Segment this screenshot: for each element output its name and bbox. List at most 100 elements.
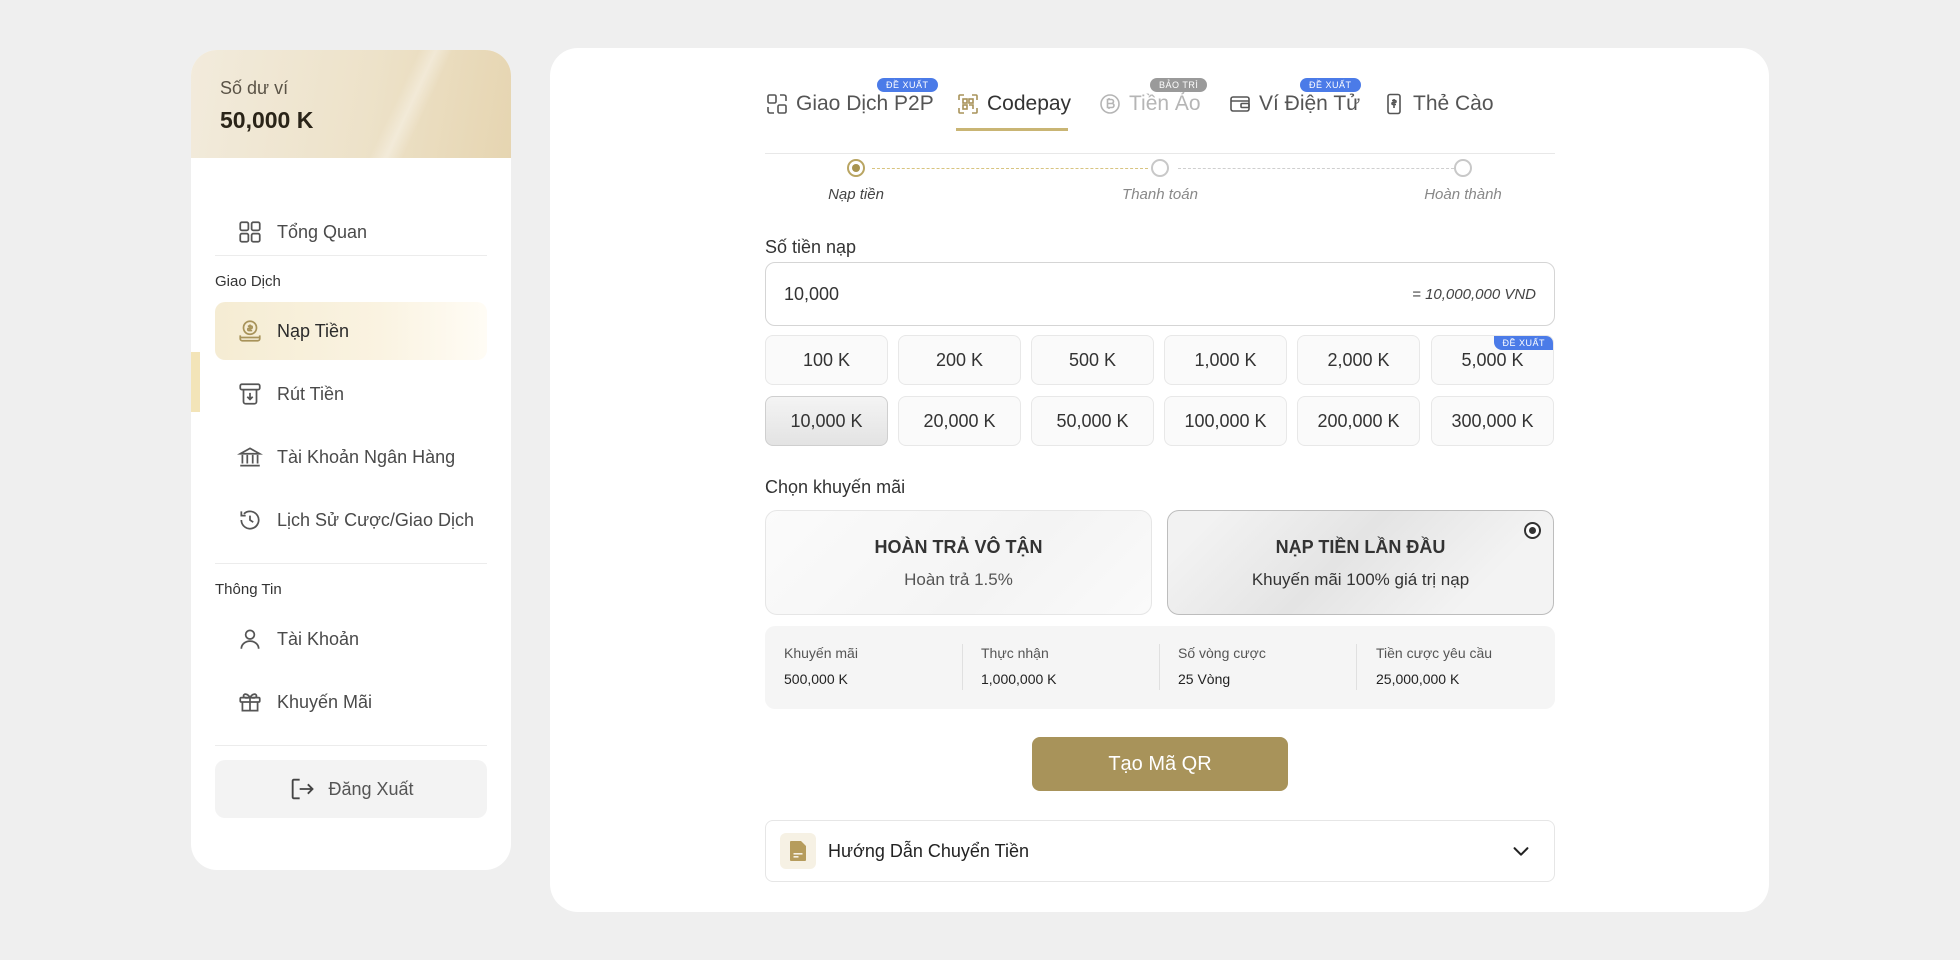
sidebar-item-label: Lịch Sử Cược/Giao Dịch	[277, 509, 474, 530]
divider	[215, 563, 487, 564]
recommended-badge: ĐỀ XUẤT	[877, 78, 938, 92]
chevron-down-icon[interactable]	[1510, 840, 1532, 862]
step-label-payment: Thanh toán	[1122, 186, 1198, 203]
tab-label: Ví Điện Tử	[1259, 92, 1361, 115]
summary-key: Số vòng cược	[1178, 645, 1266, 661]
deposit-money-icon	[239, 320, 261, 342]
summary-value: 500,000 K	[784, 671, 848, 687]
logout-icon	[292, 778, 315, 800]
active-tab-underline	[956, 128, 1068, 131]
amount-chip[interactable]: 100,000 K	[1164, 396, 1287, 446]
balance-value: 50,000 K	[220, 107, 314, 133]
sidebar-item-label: Nạp Tiền	[277, 320, 350, 341]
promo-summary: Khuyến mãi 500,000 K Thực nhận 1,000,000…	[765, 626, 1555, 709]
tab-label: Tiền Ảo	[1129, 92, 1201, 115]
promo-subtitle: Khuyến mãi 100% giá trị nạp	[1251, 570, 1470, 589]
sidebar-item-label: Tổng Quan	[277, 221, 368, 242]
amount-chip[interactable]: 50,000 K	[1031, 396, 1154, 446]
sidebar-item-promotions[interactable]: Khuyến Mãi	[215, 673, 487, 731]
amount-value: 10,000	[784, 283, 840, 304]
chip-label: 5,000 K	[1461, 349, 1524, 370]
maintenance-badge: BẢO TRÌ	[1150, 78, 1208, 92]
active-indicator	[191, 352, 200, 412]
tab-p2p[interactable]: Giao Dịch P2P ĐỀ XUẤT	[765, 78, 938, 116]
gift-icon	[239, 693, 261, 712]
promo-label: Chọn khuyến mãi	[765, 477, 906, 497]
amount-chip-recommended[interactable]: 5,000 K ĐỀ XUẤT	[1431, 335, 1554, 385]
document-icon	[780, 833, 816, 869]
guide-title: Hướng Dẫn Chuyển Tiền	[828, 840, 1029, 861]
summary-value: 25 Vòng	[1178, 671, 1231, 687]
sidebar-item-overview[interactable]: Tổng Quan	[215, 203, 487, 261]
deposit-panel: Giao Dịch P2P ĐỀ XUẤT Codepay Tiền Ảo BẢ…	[550, 48, 1769, 912]
sidebar-item-label: Rút Tiền	[277, 383, 345, 404]
step-dot-deposit	[847, 159, 865, 177]
divider	[1356, 644, 1357, 690]
promo-card-cashback[interactable]: HOÀN TRẢ VÔ TẬN Hoàn trả 1.5%	[765, 510, 1152, 615]
amount-chip[interactable]: 1,000 K	[1164, 335, 1287, 385]
balance-label: Số dư ví	[220, 78, 289, 98]
p2p-transfer-icon	[767, 94, 787, 114]
radio-selected-icon[interactable]	[1524, 522, 1541, 539]
amount-chip-selected[interactable]: 10,000 K	[765, 396, 888, 446]
divider	[215, 745, 487, 746]
sidebar-item-withdraw[interactable]: Rút Tiền	[215, 365, 487, 423]
summary-key: Khuyến mãi	[784, 645, 858, 661]
amount-chip[interactable]: 500 K	[1031, 335, 1154, 385]
tab-label: Codepay	[987, 92, 1072, 115]
divider	[1159, 644, 1160, 690]
amount-converted: = 10,000,000 VND	[1412, 285, 1536, 303]
amount-chip[interactable]: 100 K	[765, 335, 888, 385]
tab-scratch-card[interactable]: Thẻ Cào	[1382, 92, 1494, 116]
tab-codepay[interactable]: Codepay	[956, 92, 1071, 116]
summary-bonus: Khuyến mãi 500,000 K	[784, 626, 858, 709]
transfer-guide-accordion[interactable]: Hướng Dẫn Chuyển Tiền	[765, 820, 1555, 882]
withdraw-icon	[239, 383, 261, 405]
recommended-badge: ĐỀ XUẤT	[1300, 78, 1361, 92]
sidebar: Số dư ví 50,000 K Tổng Quan Giao Dịch Nạ…	[191, 50, 511, 870]
logout-label: Đăng Xuất	[328, 778, 414, 799]
summary-wager: Tiền cược yêu cầu 25,000,000 K	[1376, 626, 1492, 709]
step-dot-complete	[1454, 159, 1472, 177]
summary-value: 1,000,000 K	[981, 671, 1057, 687]
summary-key: Thực nhận	[981, 645, 1049, 661]
amount-chip[interactable]: 200 K	[898, 335, 1021, 385]
promo-subtitle: Hoàn trả 1.5%	[904, 570, 1013, 589]
stepper-connector	[872, 168, 1148, 169]
promo-title: HOÀN TRẢ VÔ TẬN	[874, 537, 1043, 557]
amount-chip[interactable]: 200,000 K	[1297, 396, 1420, 446]
summary-received: Thực nhận 1,000,000 K	[981, 626, 1057, 709]
sidebar-item-bank-account[interactable]: Tài Khoản Ngân Hàng	[215, 428, 487, 486]
qr-scan-icon	[958, 94, 978, 114]
wallet-icon	[1230, 96, 1250, 112]
tab-label: Giao Dịch P2P	[796, 92, 934, 115]
recommended-badge: ĐỀ XUẤT	[1494, 336, 1553, 350]
amount-chip[interactable]: 2,000 K	[1297, 335, 1420, 385]
amount-chip[interactable]: 20,000 K	[898, 396, 1021, 446]
amount-chip[interactable]: 300,000 K	[1431, 396, 1554, 446]
divider	[215, 255, 487, 256]
logout-button[interactable]: Đăng Xuất	[215, 760, 487, 818]
wallet-balance-card: Số dư ví 50,000 K	[191, 50, 511, 158]
sidebar-item-deposit[interactable]: Nạp Tiền	[215, 302, 487, 360]
history-icon	[240, 510, 260, 530]
amount-input[interactable]: 10,000 = 10,000,000 VND	[765, 262, 1555, 326]
sidebar-item-account[interactable]: Tài Khoản	[215, 610, 487, 668]
promo-title: NẠP TIỀN LẦN ĐẦU	[1275, 537, 1446, 557]
promo-card-first-deposit[interactable]: NẠP TIỀN LẦN ĐẦU Khuyến mãi 100% giá trị…	[1167, 510, 1554, 615]
create-qr-button[interactable]: Tạo Mã QR	[1032, 737, 1288, 791]
section-title-info: Thông Tin	[215, 581, 282, 598]
sidebar-item-label: Khuyến Mãi	[277, 691, 373, 712]
section-title-transactions: Giao Dịch	[215, 273, 281, 290]
divider	[962, 644, 963, 690]
stepper-connector	[1178, 168, 1454, 169]
tab-crypto[interactable]: Tiền Ảo BẢO TRÌ	[1098, 78, 1208, 116]
tab-ewallet[interactable]: Ví Điện Tử ĐỀ XUẤT	[1228, 78, 1361, 116]
step-label-complete: Hoàn thành	[1424, 186, 1502, 203]
sidebar-item-history[interactable]: Lịch Sử Cược/Giao Dịch	[215, 491, 487, 549]
tab-label: Thẻ Cào	[1413, 92, 1494, 115]
bank-icon	[237, 447, 263, 467]
bitcoin-icon	[1100, 94, 1120, 114]
user-icon	[240, 629, 260, 649]
summary-value: 25,000,000 K	[1376, 671, 1460, 687]
